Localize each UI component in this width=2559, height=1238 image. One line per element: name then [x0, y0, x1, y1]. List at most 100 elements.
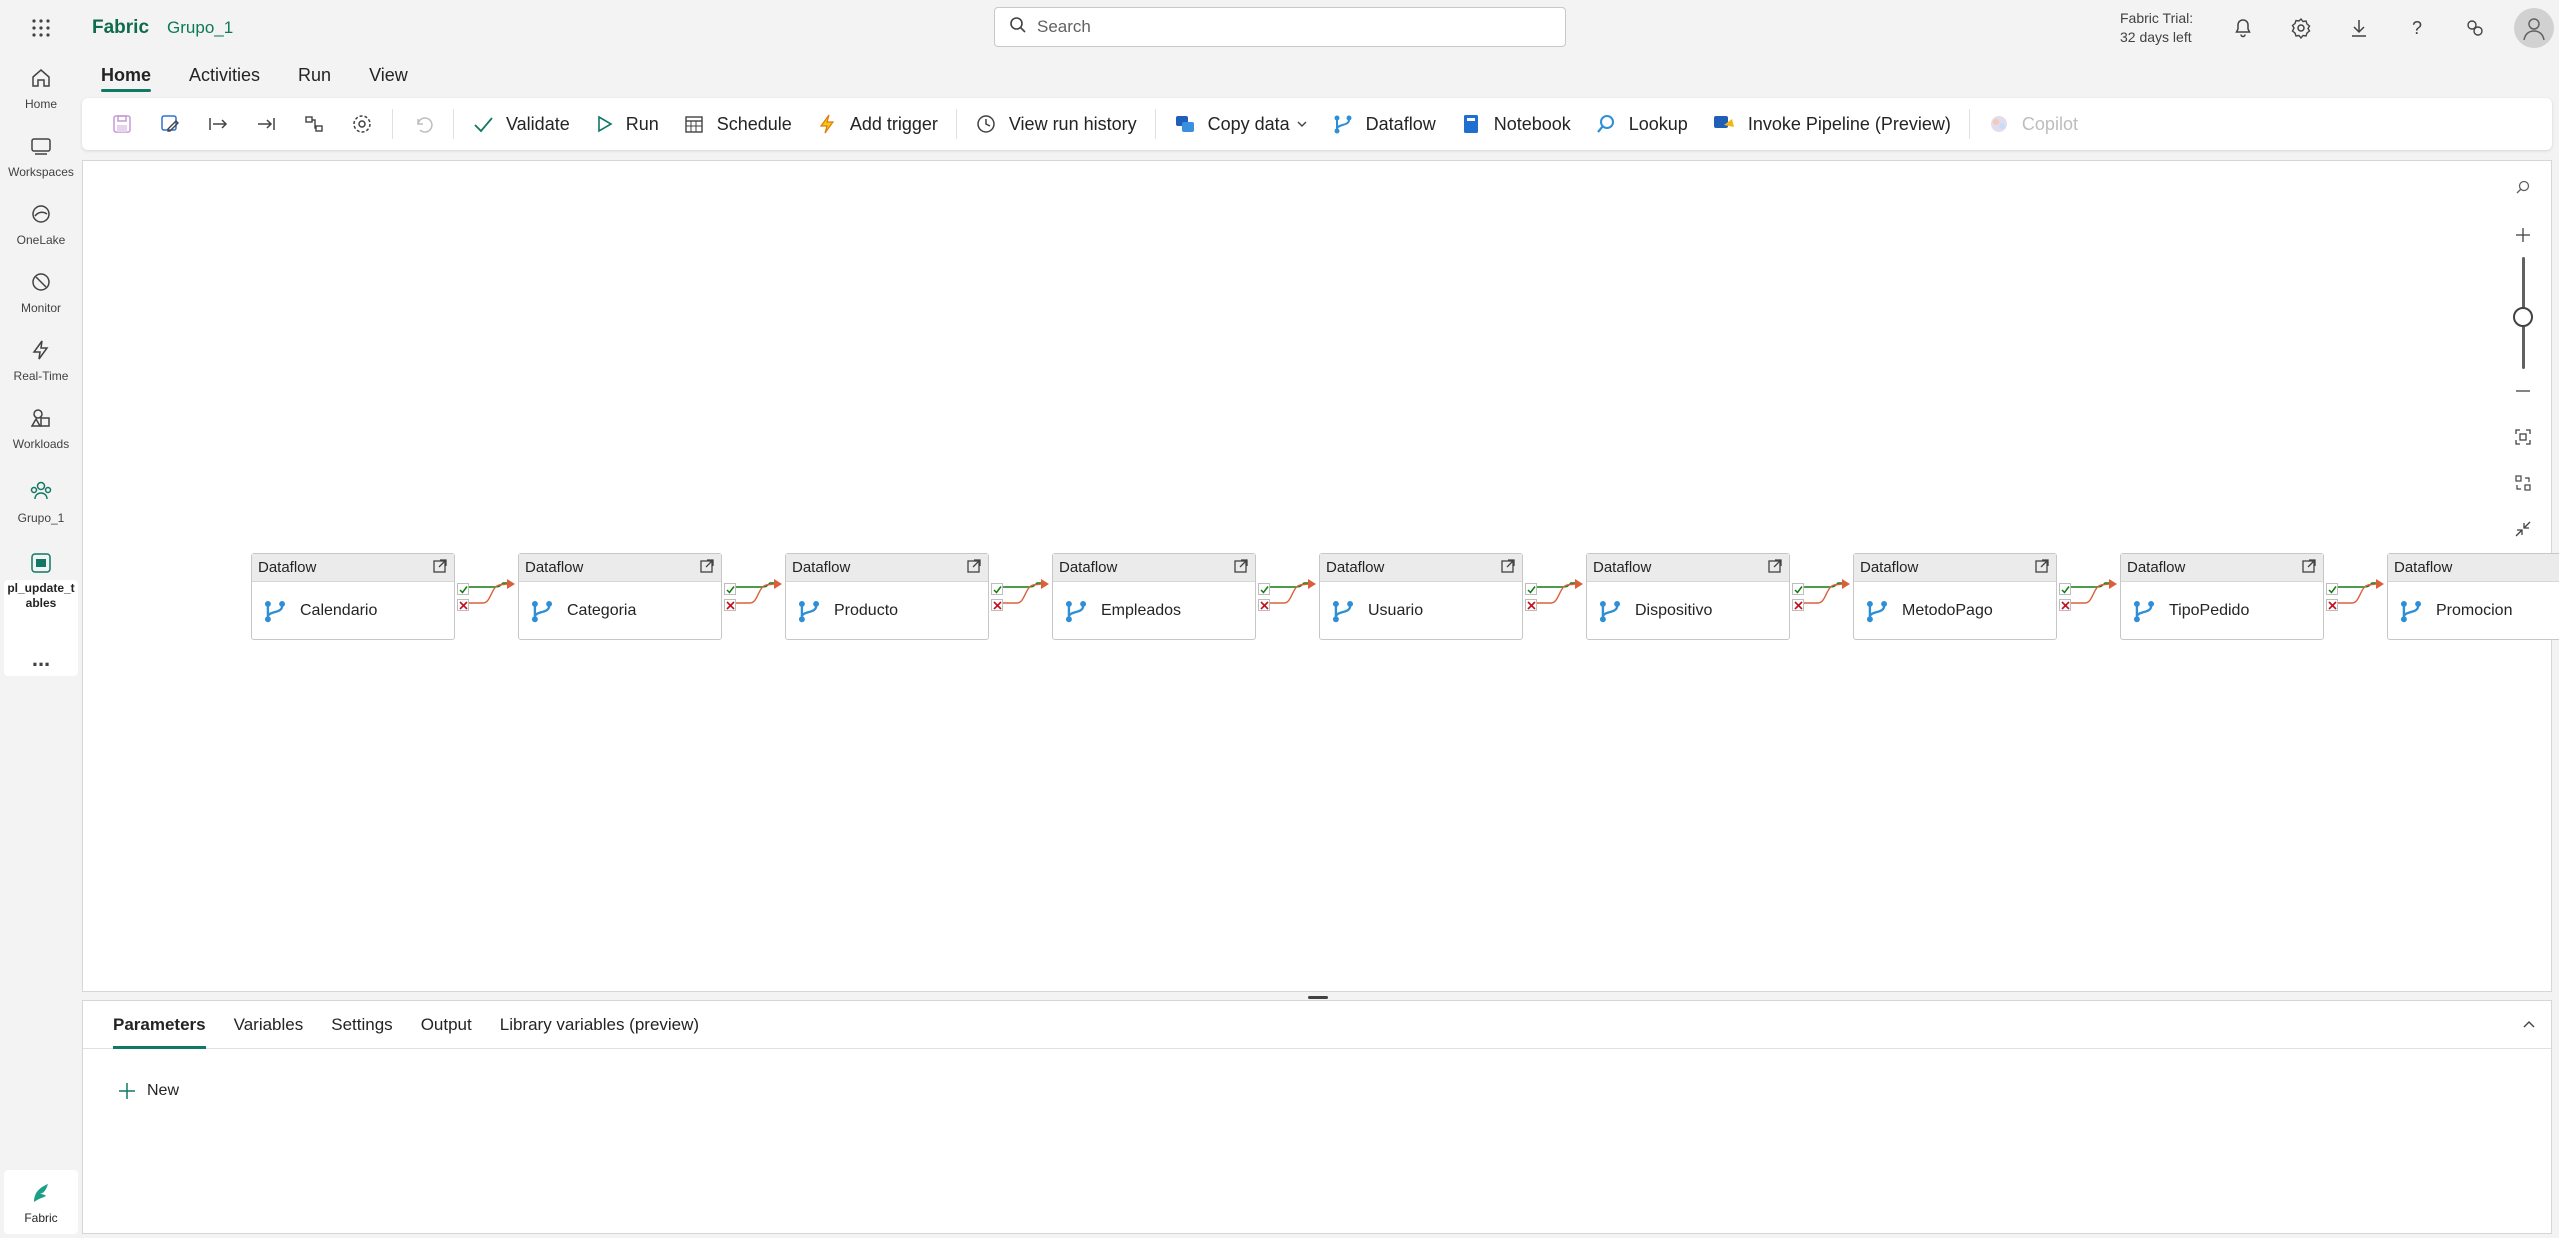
tab-library-variables[interactable]: Library variables (preview)	[486, 1001, 713, 1049]
new-parameter-button[interactable]: New	[117, 1081, 179, 1101]
success-port[interactable]	[724, 583, 736, 595]
connector-arrow[interactable]	[1270, 575, 1320, 609]
validate-button[interactable]: Validate	[460, 104, 582, 144]
rail-item-monitor[interactable]: Monitor	[0, 270, 82, 316]
workspace-breadcrumb[interactable]: Grupo_1	[167, 18, 233, 38]
success-port[interactable]	[457, 583, 469, 595]
bell-icon[interactable]	[2214, 0, 2272, 56]
open-external-icon[interactable]	[1767, 558, 1783, 578]
gear-icon[interactable]	[2272, 0, 2330, 56]
more-icon[interactable]: ...	[0, 646, 82, 672]
failure-port[interactable]	[1525, 599, 1537, 611]
save-icon[interactable]	[98, 104, 146, 144]
tab-view[interactable]: View	[350, 56, 427, 94]
invoke-pipeline-button[interactable]: Invoke Pipeline (Preview)	[1700, 104, 1963, 144]
success-port[interactable]	[2326, 583, 2338, 595]
rail-item-pipeline[interactable]: pl_update_t ables	[0, 552, 82, 611]
success-port[interactable]	[1792, 583, 1804, 595]
success-port[interactable]	[2059, 583, 2071, 595]
rail-item-grupo-1[interactable]: Grupo_1	[0, 478, 82, 526]
view-run-history-button[interactable]: View run history	[963, 104, 1149, 144]
activity-node[interactable]: Dataflow MetodoPago	[1853, 553, 2057, 640]
success-port[interactable]	[1258, 583, 1270, 595]
success-port[interactable]	[991, 583, 1003, 595]
brand-title[interactable]: Fabric	[92, 17, 149, 39]
settings-icon[interactable]	[338, 104, 386, 144]
failure-port[interactable]	[1792, 599, 1804, 611]
tab-variables[interactable]: Variables	[220, 1001, 318, 1049]
notebook-button[interactable]: Notebook	[1448, 104, 1583, 144]
indent-icon[interactable]	[194, 104, 242, 144]
activity-node[interactable]: Dataflow Promocion	[2387, 553, 2559, 640]
failure-port[interactable]	[2326, 599, 2338, 611]
rail-item-home[interactable]: Home	[0, 66, 82, 112]
open-external-icon[interactable]	[1500, 558, 1516, 578]
undo-icon[interactable]	[399, 104, 447, 144]
move-to-end-icon[interactable]	[242, 104, 290, 144]
tab-output[interactable]: Output	[407, 1001, 486, 1049]
add-trigger-button[interactable]: Add trigger	[804, 104, 950, 144]
open-external-icon[interactable]	[432, 558, 448, 578]
zoom-in-icon[interactable]	[2505, 217, 2541, 253]
open-external-icon[interactable]	[966, 558, 982, 578]
tab-settings[interactable]: Settings	[317, 1001, 406, 1049]
app-launcher-icon[interactable]	[0, 0, 82, 56]
activity-node[interactable]: Dataflow TipoPedido	[2120, 553, 2324, 640]
share-icon[interactable]	[2446, 0, 2504, 56]
activity-node[interactable]: Dataflow Producto	[785, 553, 989, 640]
rail-item-onelake[interactable]: OneLake	[0, 202, 82, 248]
zoom-thumb[interactable]	[2513, 307, 2533, 327]
connector-arrow[interactable]	[1804, 575, 1854, 609]
connector-arrow[interactable]	[1537, 575, 1587, 609]
connector-arrow[interactable]	[736, 575, 786, 609]
failure-port[interactable]	[2059, 599, 2071, 611]
tab-activities[interactable]: Activities	[170, 56, 279, 94]
failure-port[interactable]	[724, 599, 736, 611]
activity-node[interactable]: Dataflow Calendario	[251, 553, 455, 640]
chevron-up-icon[interactable]	[2517, 1013, 2541, 1037]
trial-status[interactable]: Fabric Trial: 32 days left	[2120, 9, 2193, 47]
open-external-icon[interactable]	[2301, 558, 2317, 578]
open-external-icon[interactable]	[699, 558, 715, 578]
activity-node[interactable]: Dataflow Categoria	[518, 553, 722, 640]
panel-splitter[interactable]	[1308, 996, 1328, 999]
rail-item-real-time[interactable]: Real-Time	[0, 338, 82, 384]
search-icon[interactable]	[2505, 169, 2541, 205]
auto-align-icon[interactable]	[290, 104, 338, 144]
pipeline-canvas[interactable]: Dataflow Calendario Dataflow Categoria Dataf…	[82, 160, 2559, 992]
download-icon[interactable]	[2330, 0, 2388, 56]
schedule-button[interactable]: Schedule	[671, 104, 804, 144]
avatar[interactable]	[2514, 8, 2554, 48]
lookup-button[interactable]: Lookup	[1583, 104, 1700, 144]
fit-to-screen-icon[interactable]	[2505, 419, 2541, 455]
tab-run[interactable]: Run	[279, 56, 350, 94]
zoom-slider[interactable]	[2505, 253, 2541, 373]
failure-port[interactable]	[991, 599, 1003, 611]
search-input[interactable]	[1037, 17, 1537, 37]
run-button[interactable]: Run	[582, 104, 671, 144]
connector-arrow[interactable]	[2338, 575, 2388, 609]
dataflow-button[interactable]: Dataflow	[1320, 104, 1448, 144]
collapse-icon[interactable]	[2505, 511, 2541, 547]
open-external-icon[interactable]	[1233, 558, 1249, 578]
activity-node[interactable]: Dataflow Dispositivo	[1586, 553, 1790, 640]
connector-arrow[interactable]	[469, 575, 519, 609]
save-as-icon[interactable]	[146, 104, 194, 144]
connector-arrow[interactable]	[2071, 575, 2121, 609]
connector-arrow[interactable]	[1003, 575, 1053, 609]
tab-home[interactable]: Home	[82, 56, 170, 94]
failure-port[interactable]	[457, 599, 469, 611]
copilot-button[interactable]: Copilot	[1976, 104, 2090, 144]
help-icon[interactable]: ?	[2388, 0, 2446, 56]
activity-node[interactable]: Dataflow Usuario	[1319, 553, 1523, 640]
activity-node[interactable]: Dataflow Empleados	[1052, 553, 1256, 640]
tab-parameters[interactable]: Parameters	[99, 1001, 220, 1049]
success-port[interactable]	[1525, 583, 1537, 595]
copy-data-button[interactable]: Copy data	[1162, 104, 1320, 144]
auto-layout-icon[interactable]	[2505, 465, 2541, 501]
search-box[interactable]	[994, 7, 1566, 47]
failure-port[interactable]	[1258, 599, 1270, 611]
open-external-icon[interactable]	[2034, 558, 2050, 578]
fabric-home-button[interactable]: Fabric	[4, 1170, 78, 1234]
rail-item-workspaces[interactable]: Workspaces	[0, 134, 82, 180]
